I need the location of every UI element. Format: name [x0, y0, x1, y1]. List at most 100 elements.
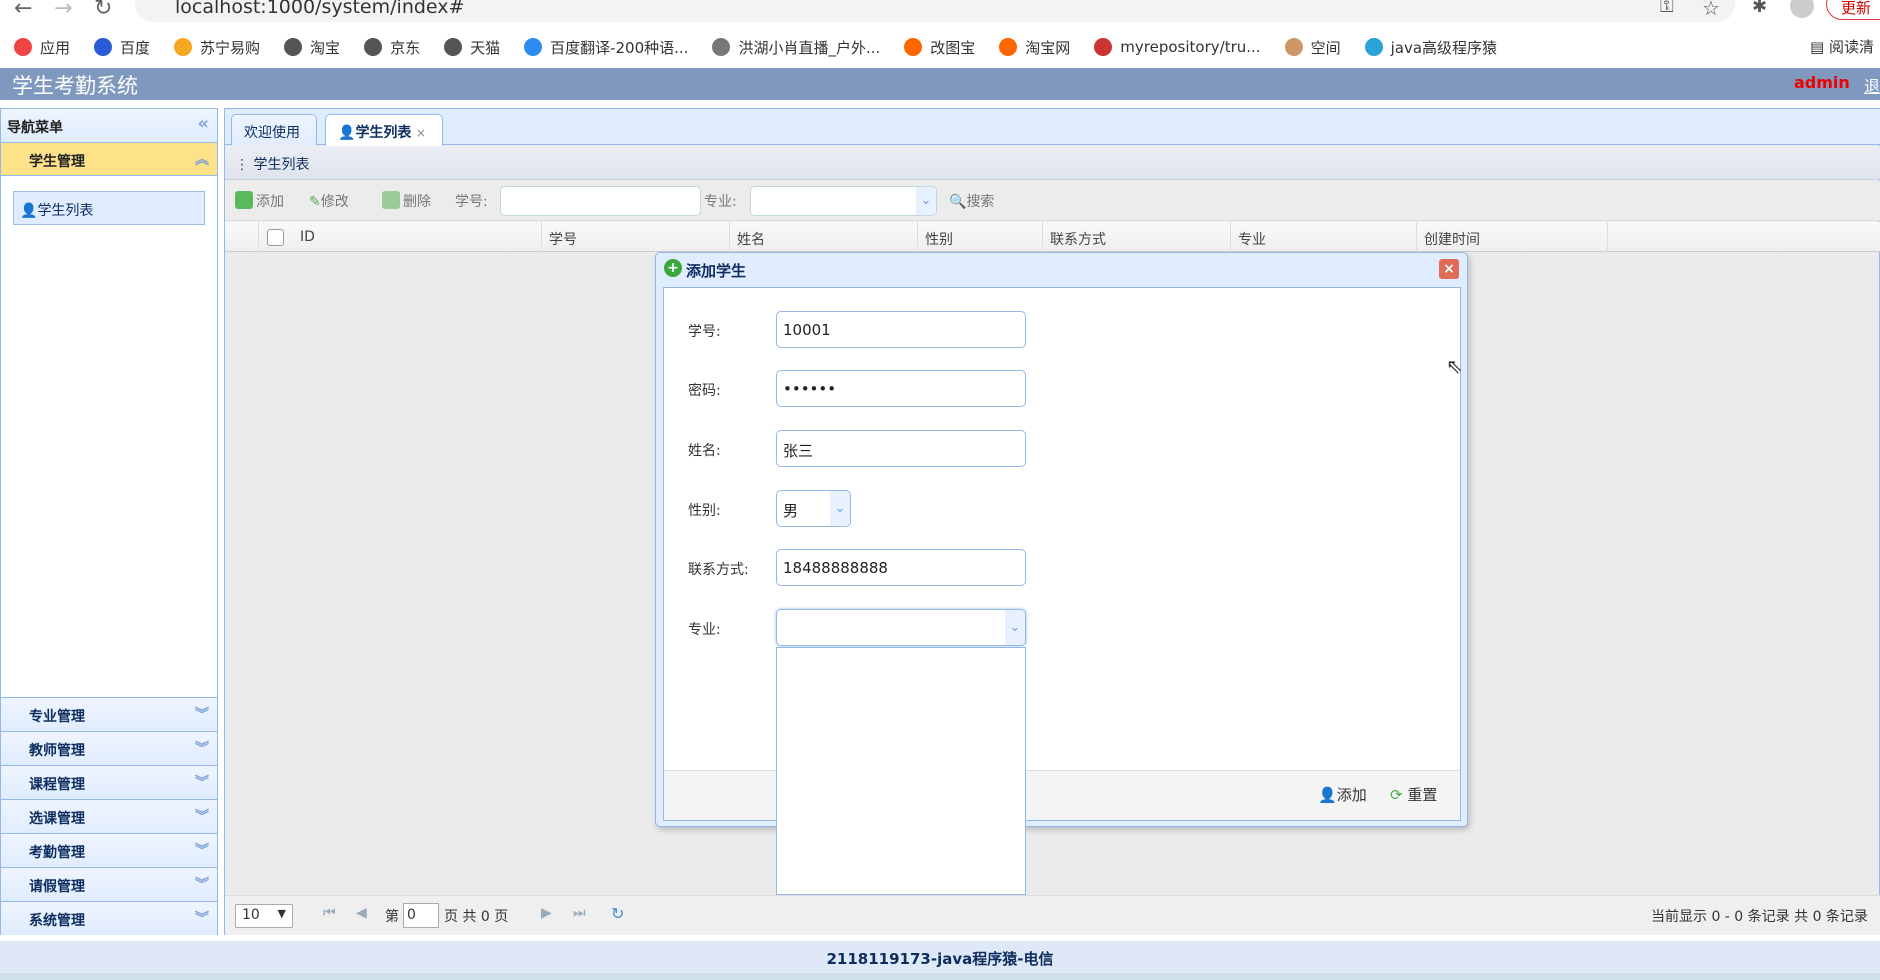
- sidebar-group[interactable]: 教师管理 ︾: [1, 731, 217, 765]
- address-bar[interactable]: localhost:1000/system/index#: [135, 0, 1735, 22]
- column-header[interactable]: 联系方式: [1050, 229, 1106, 249]
- edit-label: 修改: [320, 194, 349, 210]
- major-select[interactable]: ⌄: [776, 609, 1026, 646]
- bookmark-label: 百度翻译-200种语...: [550, 38, 689, 57]
- bookmark-icon: [999, 38, 1018, 56]
- tab-welcome[interactable]: 欢迎使用: [231, 114, 317, 145]
- prev-page-icon[interactable]: ◀: [356, 905, 367, 921]
- chevron-down-icon: ︾: [195, 877, 209, 893]
- close-dialog-button[interactable]: ×: [1439, 259, 1459, 279]
- sidebar-group[interactable]: 课程管理 ︾: [1, 765, 217, 799]
- bookmark-icon: [94, 38, 113, 56]
- column-divider: [1607, 222, 1608, 252]
- grid-header: ID 学号 姓名 性别 联系方式 专业 创建时间: [225, 222, 1880, 252]
- close-tab-icon[interactable]: ×: [416, 126, 426, 140]
- bookmark-icon: [364, 38, 383, 56]
- bookmark-item[interactable]: 百度: [94, 37, 150, 58]
- page-size-value: 10: [242, 907, 260, 923]
- record-summary: 当前显示 0 - 0 条记录 共 0 条记录: [1651, 909, 1868, 925]
- bookmark-item[interactable]: 百度翻译-200种语...: [524, 37, 688, 58]
- search-button[interactable]: 🔍搜索: [949, 191, 994, 211]
- column-header[interactable]: 姓名: [737, 229, 765, 249]
- bookmark-item[interactable]: 京东: [364, 37, 420, 58]
- app-header: [0, 68, 1880, 100]
- sidebar-group-student[interactable]: 学生管理 ︽: [1, 143, 217, 176]
- field-label: 密码:: [688, 383, 721, 399]
- bookmark-label: 天猫: [470, 38, 501, 57]
- forward-icon[interactable]: →: [54, 0, 72, 21]
- bookmarks-bar: 应用 百度 苏宁易购 淘宝 京东 天猫 百度翻译-200种语... 洪湖小肖直播_户外... 改…: [14, 34, 1497, 60]
- bookmark-item[interactable]: 改图宝: [904, 37, 975, 58]
- bookmark-item[interactable]: 天猫: [444, 37, 500, 58]
- bookmark-label: 苏宁易购: [200, 38, 261, 57]
- bookmark-item[interactable]: 淘宝网: [999, 37, 1070, 58]
- sidebar-group[interactable]: 请假管理 ︾: [1, 867, 217, 901]
- gender-select[interactable]: 男 ⌄: [776, 490, 851, 527]
- select-all-checkbox[interactable]: [267, 229, 284, 246]
- column-header[interactable]: 创建时间: [1424, 229, 1480, 249]
- bookmark-item[interactable]: myrepository/tru...: [1094, 38, 1261, 56]
- bookmark-item[interactable]: java高级程序猿: [1364, 37, 1497, 58]
- update-button[interactable]: 更新: [1826, 0, 1880, 20]
- major-dropdown-panel[interactable]: [776, 647, 1026, 895]
- profile-avatar[interactable]: [1790, 0, 1814, 18]
- app-title: 学生考勤系统: [12, 74, 138, 98]
- last-page-icon[interactable]: ⏭: [573, 905, 586, 921]
- group-label: 请假管理: [29, 879, 85, 895]
- sn-label: 学号:: [455, 194, 488, 210]
- bookmark-item[interactable]: 空间: [1284, 37, 1341, 58]
- phone-input[interactable]: 18488888888: [776, 549, 1026, 586]
- sidebar-group[interactable]: 考勤管理 ︾: [1, 833, 217, 867]
- key-icon[interactable]: ⚿: [1660, 0, 1674, 17]
- bookmark-icon: [524, 38, 543, 56]
- tab-bar: 欢迎使用 👤学生列表 ×: [225, 109, 1880, 146]
- major-filter-select[interactable]: ⌄: [750, 186, 937, 216]
- column-header[interactable]: 性别: [925, 229, 953, 249]
- name-input[interactable]: 张三: [776, 430, 1026, 467]
- next-page-icon[interactable]: ▶: [541, 905, 552, 921]
- current-user: admin: [1794, 73, 1850, 92]
- bookmark-item[interactable]: 苏宁易购: [174, 37, 260, 58]
- tab-student-list[interactable]: 👤学生列表 ×: [325, 114, 443, 146]
- edit-button[interactable]: ✎修改: [309, 191, 349, 211]
- sidebar-group[interactable]: 系统管理 ︾: [1, 901, 217, 935]
- star-icon[interactable]: ☆: [1702, 0, 1720, 20]
- mouse-cursor-icon: ⇖: [1446, 354, 1463, 378]
- bookmark-icon: [712, 38, 731, 56]
- bookmark-item[interactable]: 洪湖小肖直播_户外...: [712, 37, 880, 58]
- sidebar-item-student-list[interactable]: 👤学生列表: [13, 191, 205, 225]
- sidebar-group[interactable]: 选课管理 ︾: [1, 799, 217, 833]
- sn-search-input[interactable]: [500, 186, 701, 216]
- bookmark-item[interactable]: 应用: [14, 37, 70, 58]
- student-number-input[interactable]: 10001: [776, 311, 1026, 348]
- dialog-add-button[interactable]: 👤添加: [1318, 784, 1367, 805]
- bookmark-label: myrepository/tru...: [1120, 38, 1261, 56]
- back-icon[interactable]: ←: [14, 0, 32, 21]
- page-size-select[interactable]: 10 ▼: [235, 904, 293, 928]
- page-number-input[interactable]: 0: [403, 903, 439, 928]
- add-button[interactable]: 添加: [235, 191, 284, 211]
- group-label: 教师管理: [29, 743, 85, 759]
- column-header[interactable]: 学号: [549, 229, 577, 249]
- sidebar-group[interactable]: 专业管理 ︾: [1, 697, 217, 731]
- dialog-reset-button[interactable]: ⟳ 重置: [1390, 784, 1437, 805]
- column-divider: [917, 222, 918, 252]
- first-page-icon[interactable]: ⏮: [323, 905, 336, 921]
- password-input[interactable]: ••••••: [776, 370, 1026, 407]
- extensions-icon[interactable]: ✱: [1752, 0, 1767, 17]
- bookmark-label: 空间: [1310, 38, 1341, 57]
- bookmark-label: 改图宝: [930, 38, 976, 57]
- column-header[interactable]: ID: [300, 229, 315, 245]
- logout-link[interactable]: 退: [1864, 73, 1880, 97]
- column-divider: [729, 222, 730, 252]
- bookmark-icon: [14, 38, 32, 56]
- reload-icon[interactable]: ↻: [94, 0, 112, 21]
- refresh-icon[interactable]: ↻: [611, 904, 624, 923]
- field-label: 姓名:: [688, 443, 721, 459]
- reading-list-button[interactable]: ▤ 阅读清: [1810, 36, 1874, 57]
- bookmark-item[interactable]: 淘宝: [284, 37, 340, 58]
- collapse-icon[interactable]: «: [197, 113, 209, 134]
- url-text: localhost:1000/system/index#: [175, 0, 465, 18]
- column-header[interactable]: 专业: [1238, 229, 1266, 249]
- delete-button[interactable]: 删除: [382, 191, 431, 211]
